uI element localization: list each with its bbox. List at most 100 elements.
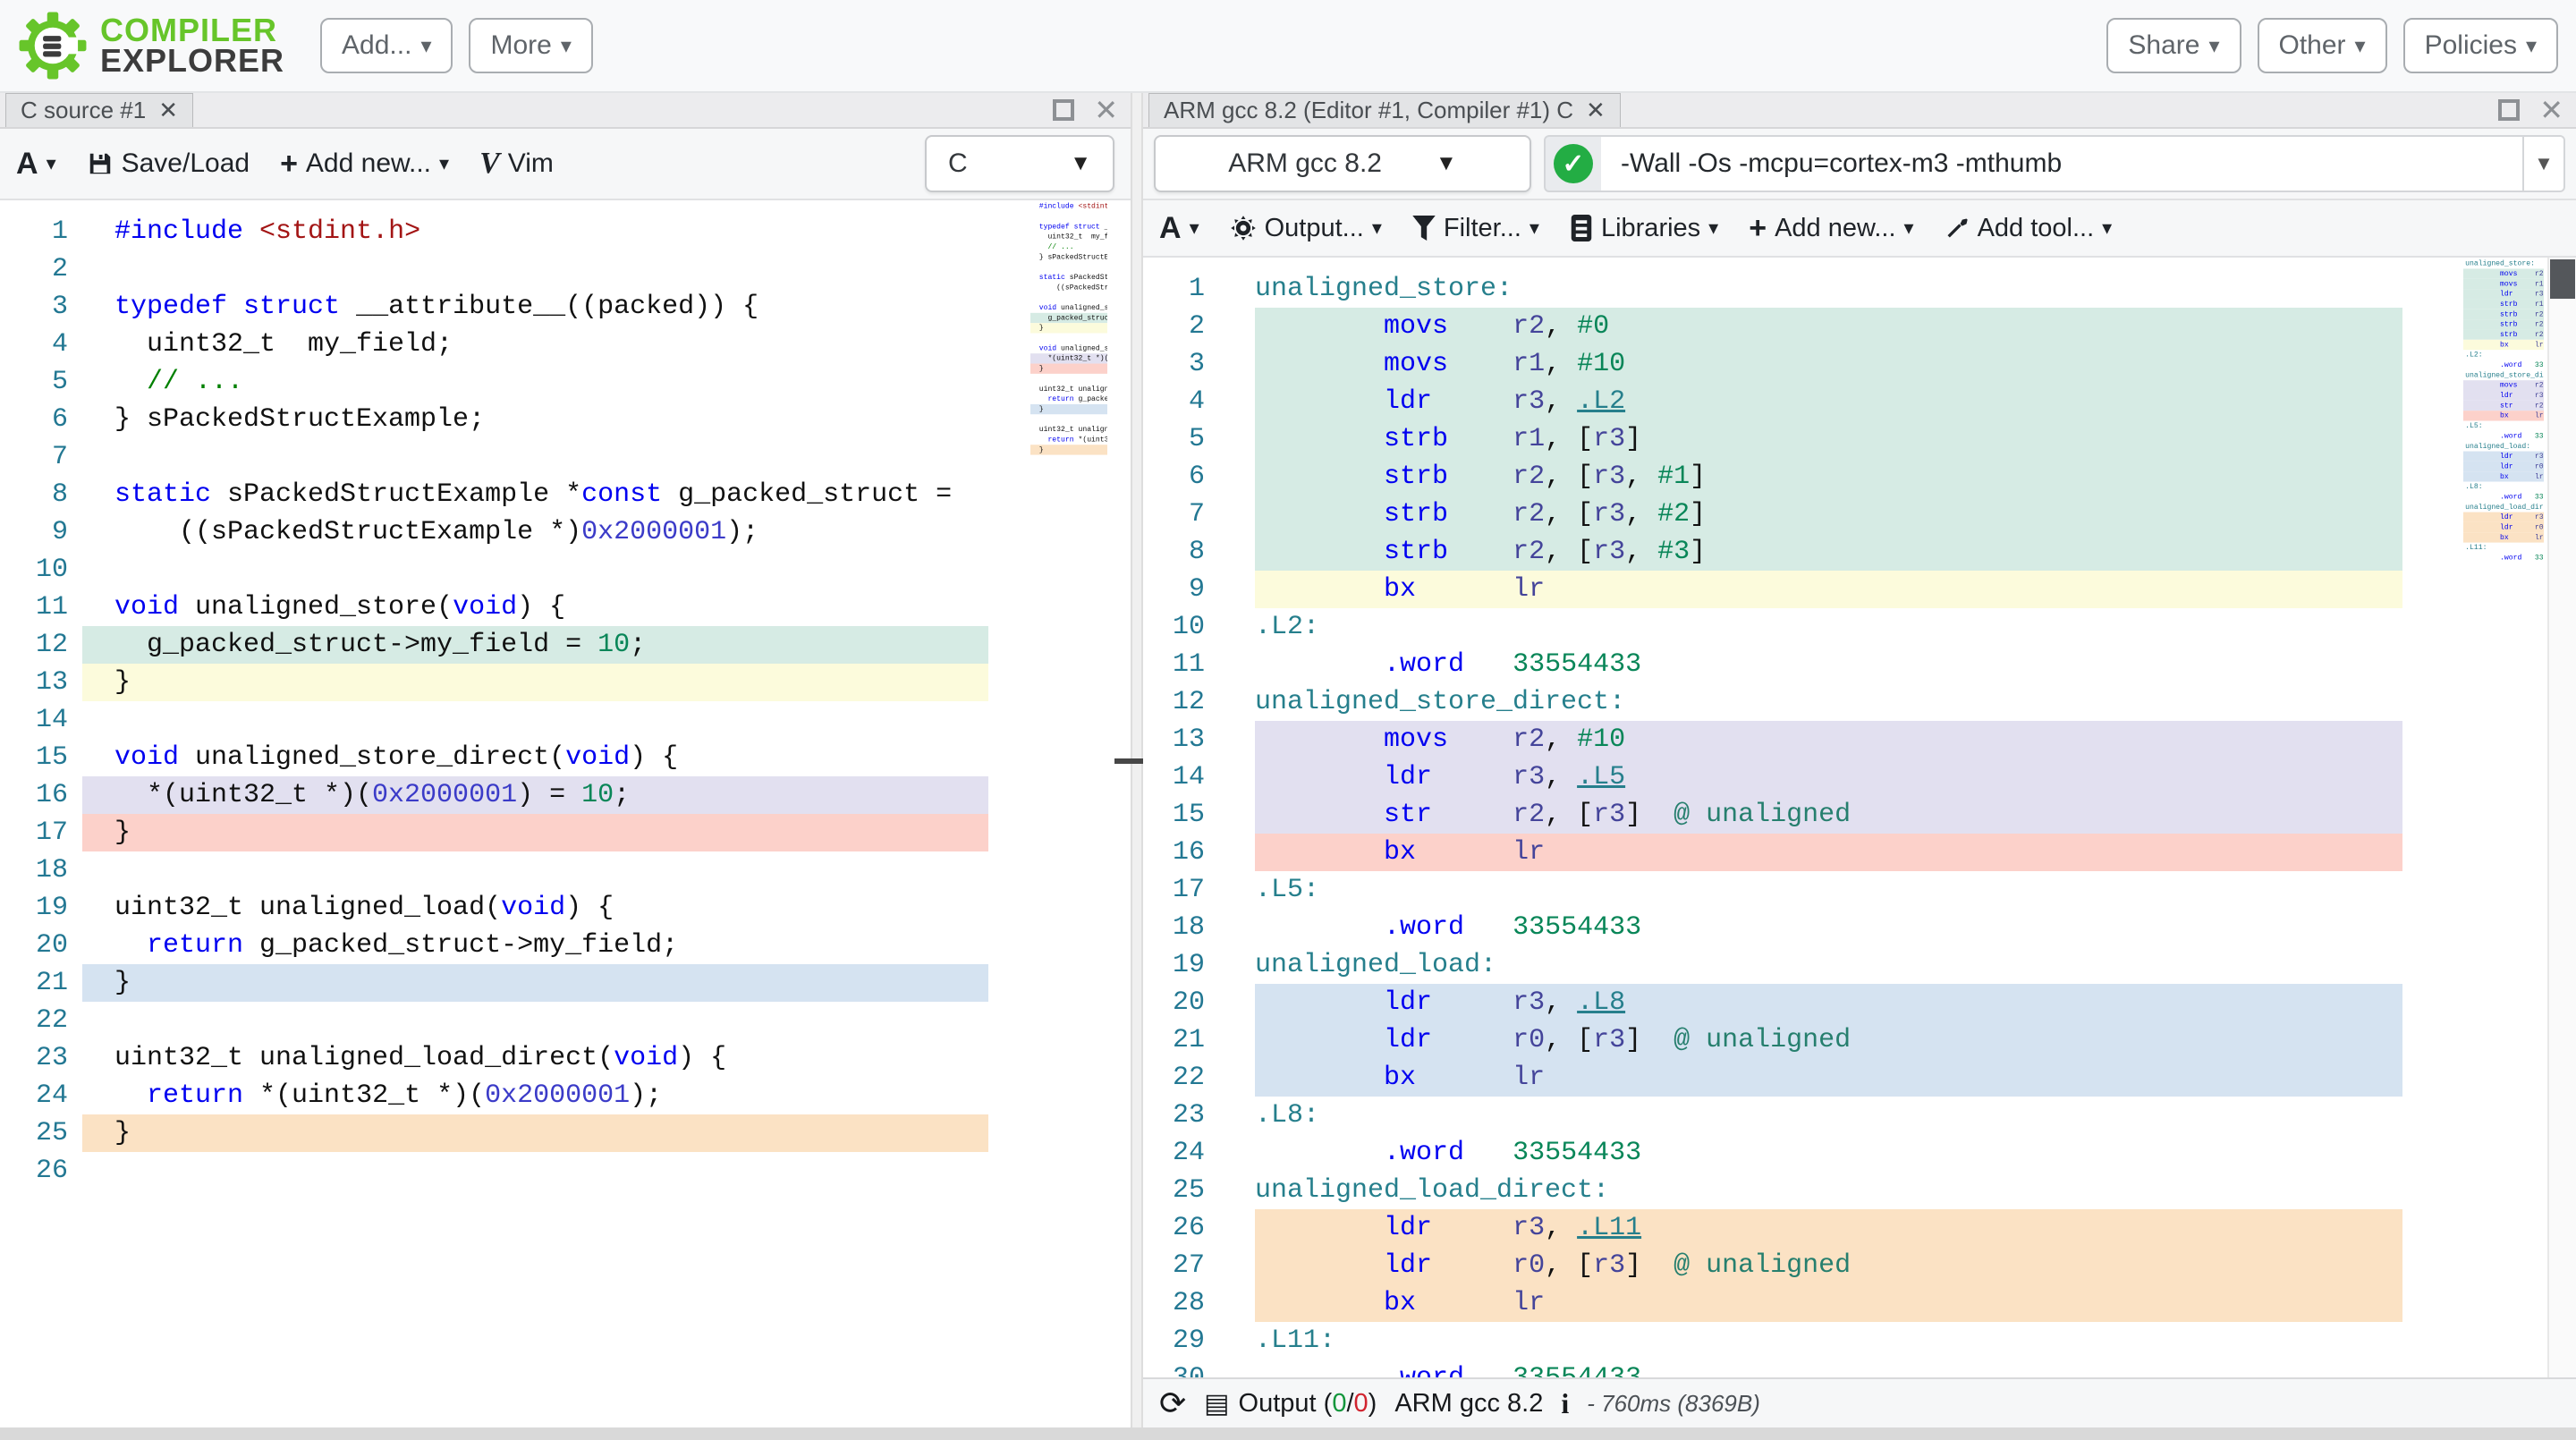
source-code-editor[interactable]: 1234567891011121314151617181920212223242… (0, 200, 1131, 1427)
code-line[interactable] (1030, 262, 1107, 272)
code-line[interactable]: unaligned_load: (1255, 946, 2402, 984)
code-line[interactable]: } (1030, 445, 1107, 454)
more-menu-button[interactable]: More▾ (469, 18, 592, 73)
code-line[interactable]: void unaligned_store_direct(void) { (82, 739, 988, 776)
panel-splitter[interactable] (1131, 93, 1143, 1427)
code-line[interactable]: .word 33554433 (2463, 553, 2544, 563)
filter-menu-button[interactable]: Filter... ▾ (1412, 214, 1539, 243)
code-line[interactable]: ldr r0, [r3] @ unaligned (2463, 522, 2544, 532)
add-new-button[interactable]: + Add new... ▾ (280, 147, 449, 182)
code-line[interactable]: ldr r3, .L5 (2463, 391, 2544, 401)
other-button[interactable]: Other▾ (2258, 18, 2387, 73)
code-line[interactable]: static sPackedStructExample *const g_pac… (82, 476, 988, 513)
code-line[interactable]: uint32_t unaligned_load(void) { (82, 889, 988, 927)
code-line[interactable]: .word 33554433 (1255, 646, 2402, 683)
code-line[interactable]: } (82, 814, 988, 851)
code-line[interactable]: unaligned_load_direct: (1255, 1172, 2402, 1209)
code-line[interactable]: movs r2, #10 (1255, 721, 2402, 758)
code-line[interactable]: ldr r3, .L8 (1255, 984, 2402, 1021)
code-line[interactable] (82, 851, 988, 889)
code-line[interactable] (1030, 414, 1107, 424)
code-line[interactable]: bx lr (1255, 834, 2402, 871)
code-line[interactable]: } (1030, 323, 1107, 333)
close-panel-icon[interactable]: ✕ (2539, 96, 2563, 124)
code-line[interactable]: } (82, 1114, 988, 1152)
code-line[interactable]: static sPackedStructExample *const g_pac… (1030, 272, 1107, 282)
output-menu-button[interactable]: Output... ▾ (1230, 214, 1382, 243)
label-link[interactable]: .L8 (1577, 987, 1625, 1018)
code-line[interactable]: } (1030, 364, 1107, 374)
code-line[interactable]: } (82, 964, 988, 1002)
code-line[interactable]: strb r2, [r3, #3] (1255, 533, 2402, 571)
code-line[interactable]: return *(uint32_t *)(0x2000001); (1030, 435, 1107, 445)
code-line[interactable]: bx lr (2463, 471, 2544, 481)
label-link[interactable]: .L11 (1577, 1213, 1641, 1243)
add-new-button[interactable]: + Add new... ▾ (1749, 211, 1913, 246)
code-line[interactable]: .word 33554433 (2463, 360, 2544, 369)
add-tool-button[interactable]: Add tool... ▾ (1945, 214, 2113, 243)
compiler-explorer-logo[interactable]: COMPILER EXPLORER (18, 11, 284, 80)
source-code-area[interactable]: #include <stdint.h> typedef struct __att… (82, 200, 988, 1427)
code-line[interactable] (82, 1002, 988, 1039)
code-line[interactable]: .word 33554433 (1255, 1134, 2402, 1172)
code-line[interactable]: } (82, 664, 988, 701)
code-line[interactable]: } sPackedStructExample; (1030, 252, 1107, 262)
assembly-code-area[interactable]: unaligned_store: movs r2, #0 movs r1, #1… (1255, 258, 2402, 1377)
code-line[interactable]: bx lr (1255, 571, 2402, 608)
code-line[interactable]: uint32_t unaligned_load(void) { (1030, 384, 1107, 394)
code-line[interactable]: strb r1, [r3] (1255, 420, 2402, 458)
code-line[interactable]: ldr r0, [r3] @ unaligned (1255, 1247, 2402, 1284)
code-line[interactable]: g_packed_struct->my_field = 10; (1030, 313, 1107, 323)
add-menu-button[interactable]: Add...▾ (320, 18, 453, 73)
label-link[interactable]: .L2 (1577, 386, 1625, 417)
share-button[interactable]: Share▾ (2106, 18, 2241, 73)
code-line[interactable]: ldr r3, .L8 (2463, 452, 2544, 462)
code-line[interactable]: strb r2, [r3, #1] (1255, 458, 2402, 496)
maximize-icon[interactable] (1053, 99, 1074, 121)
code-line[interactable]: movs r2, #10 (2463, 380, 2544, 390)
code-line[interactable]: return g_packed_struct->my_field; (82, 927, 988, 964)
recompile-icon[interactable]: ⟳ (1159, 1387, 1186, 1419)
code-line[interactable] (1030, 211, 1107, 221)
label-link[interactable]: .L5 (1577, 762, 1625, 792)
code-line[interactable]: ldr r0, [r3] @ unaligned (2463, 462, 2544, 471)
source-minimap[interactable]: #include <stdint.h> typedef struct __att… (1030, 200, 1107, 1427)
font-size-button[interactable]: A ▾ (16, 147, 56, 182)
code-line[interactable] (1030, 334, 1107, 343)
code-line[interactable]: strb r2, [r3, #2] (1255, 496, 2402, 533)
code-line[interactable]: *(uint32_t *)(0x2000001) = 10; (1030, 353, 1107, 363)
libraries-menu-button[interactable]: Libraries ▾ (1570, 214, 1718, 243)
code-line[interactable]: return g_packed_struct->my_field; (1030, 394, 1107, 404)
vim-toggle-button[interactable]: V Vim (479, 147, 554, 181)
code-line[interactable]: movs r2, #0 (1255, 308, 2402, 345)
code-line[interactable]: str r2, [r3] @ unaligned (2463, 401, 2544, 411)
source-code-area[interactable]: #include <stdint.h> typedef struct __att… (1030, 200, 1107, 465)
code-line[interactable]: unaligned_store: (1255, 270, 2402, 308)
compiler-select[interactable]: ARM gcc 8.2 ▼ (1154, 135, 1531, 192)
code-line[interactable]: .L11: (2463, 543, 2544, 553)
code-line[interactable]: strb r2, [r3, #1] (2463, 309, 2544, 319)
code-line[interactable] (1030, 292, 1107, 302)
code-line[interactable]: bx lr (1255, 1284, 2402, 1322)
code-line[interactable]: typedef struct __attribute__((packed)) { (82, 288, 988, 326)
tab-c-source[interactable]: C source #1 ✕ (5, 93, 193, 127)
tab-compiler[interactable]: ARM gcc 8.2 (Editor #1, Compiler #1) C ✕ (1148, 93, 1621, 127)
code-line[interactable]: unaligned_load_direct: (2463, 502, 2544, 512)
code-line[interactable]: unaligned_store: (2463, 258, 2544, 268)
code-line[interactable]: // ... (82, 363, 988, 401)
code-line[interactable]: ldr r3, .L2 (2463, 289, 2544, 299)
compiler-info-icon[interactable]: i (1561, 1387, 1569, 1420)
policies-button[interactable]: Policies▾ (2403, 18, 2558, 73)
code-line[interactable]: bx lr (1255, 1059, 2402, 1097)
compiler-options-input[interactable] (1601, 137, 2522, 191)
code-line[interactable]: typedef struct __attribute__((packed)) { (1030, 222, 1107, 232)
code-line[interactable]: // ... (1030, 241, 1107, 251)
code-line[interactable]: unaligned_load: (2463, 441, 2544, 451)
font-size-button[interactable]: A ▾ (1159, 211, 1199, 246)
code-line[interactable]: void unaligned_store(void) { (1030, 302, 1107, 312)
code-line[interactable]: #include <stdint.h> (82, 213, 988, 250)
code-line[interactable]: bx lr (2463, 340, 2544, 350)
code-line[interactable]: unaligned_store_direct: (2463, 370, 2544, 380)
code-line[interactable]: ((sPackedStructExample *)0x2000001); (1030, 283, 1107, 292)
code-line[interactable]: ((sPackedStructExample *)0x2000001); (82, 513, 988, 551)
